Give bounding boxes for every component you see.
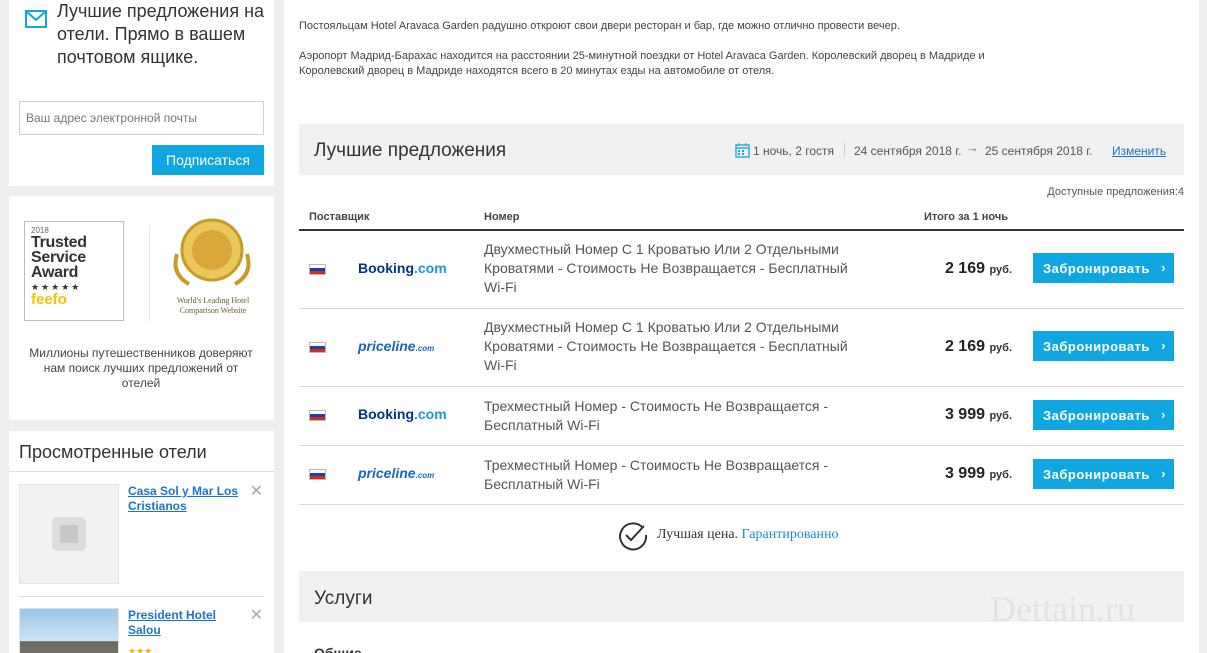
watermark: Dettain.ru [990,589,1135,629]
viewed-hotel-link[interactable]: President Hotel Salou [128,608,243,638]
priceline-logo: priceline.com [358,465,435,481]
divider [9,471,274,472]
chevron-right-icon: › [1161,407,1166,422]
description-paragraph: Аэропорт Мадрид-Барахас находится на рас… [299,50,985,77]
subscribe-button[interactable]: Подписаться [152,145,264,175]
price: 3 999 руб. [944,406,1012,423]
world-travel-awards-badge [167,214,257,299]
trust-text: Миллионы путешественников доверяют нам п… [29,346,253,390]
price: 2 169 руб. [944,338,1012,355]
chevron-right-icon: › [1161,466,1166,481]
description-paragraph: Постояльцам Hotel Aravaca Garden радушно… [299,20,900,32]
room-name: Двухместный Номер С 1 Кроватью Или 2 Отд… [484,319,848,373]
mail-icon [25,10,47,33]
change-dates-link[interactable]: Изменить [1112,144,1166,158]
offer-row: priceline.com Трехместный Номер - Стоимо… [299,446,1184,505]
divider [19,596,264,597]
world-travel-awards-caption: World's Leading Hotel Comparison Website [176,296,250,315]
column-header-total: Итого за 1 ночь [924,211,1008,223]
close-icon[interactable]: ✕ [250,608,263,624]
room-name: Двухместный Номер С 1 Кроватью Или 2 Отд… [484,241,848,295]
feefo-award-title: Trusted Service Award [31,234,87,281]
services-title: Услуги [314,588,373,609]
column-header-room: Номер [484,211,520,223]
viewed-hotel-link[interactable]: Casa Sol y Mar Los Cristianos [128,484,243,514]
offers-title: Лучшие предложения [314,140,507,161]
available-offers-count: Доступные предложения:4 [1047,186,1184,198]
subscribe-card: Лучшие предложения на отели. Прямо в ваш… [9,0,274,186]
feefo-logo: feefo [31,291,67,308]
awards-card: 2018 Trusted Service Award ★★★★★ feefo W… [9,196,274,420]
hotel-placeholder-image [19,484,119,584]
checkout-date: 25 сентября 2018 г. [985,144,1093,158]
flag-ru-icon [309,342,326,353]
priceline-logo: priceline.com [358,338,435,354]
viewed-hotel-item[interactable]: President Hotel Salou ★★★ ✕ [19,608,263,653]
services-general-label: Общие [314,645,362,653]
guests-nights: 1 ночь, 2 гостя [753,144,835,158]
column-header-provider: Поставщик [309,211,370,223]
flag-ru-icon [309,469,326,480]
subscribe-title: Лучшие предложения на отели. Прямо в ваш… [57,1,265,67]
booking-logo: Booking.com [358,406,447,422]
viewed-hotels-title: Просмотренные отели [19,442,207,462]
room-name: Трехместный Номер - Стоимость Не Возвращ… [484,398,829,433]
checkin-date: 24 сентября 2018 г. [854,144,962,158]
offers-header: Лучшие предложения 1 ночь, 2 гостя 24 се… [299,124,1184,175]
book-button[interactable]: Забронировать › [1033,459,1174,489]
book-button[interactable]: Забронировать › [1033,253,1174,283]
divider [149,226,150,321]
divider [844,143,845,157]
guarantee-link[interactable]: Гарантированно [742,527,839,542]
hotel-stars: ★★★ [128,646,153,653]
booking-logo: Booking.com [358,260,447,276]
price: 2 169 руб. [944,260,1012,277]
chevron-right-icon: › [1161,260,1166,275]
offer-row: priceline.com Двухместный Номер С 1 Кров… [299,309,1184,387]
room-name: Трехместный Номер - Стоимость Не Возвращ… [484,457,829,492]
offer-row: Booking.com Трехместный Номер - Стоимост… [299,387,1184,446]
flag-ru-icon [309,410,326,421]
viewed-hotel-item[interactable]: Casa Sol y Mar Los Cristianos ✕ [19,484,263,584]
best-price-guarantee: Лучшая цена. Гарантированно [657,527,839,542]
calendar-icon [735,143,750,163]
feefo-award-badge: 2018 Trusted Service Award ★★★★★ feefo [24,221,124,321]
offer-row: Booking.com Двухместный Номер С 1 Кроват… [299,231,1184,309]
arrow-right-icon: → [966,140,979,155]
main-content: Постояльцам Hotel Aravaca Garden радушно… [284,0,1199,653]
close-icon[interactable]: ✕ [250,484,263,500]
flag-ru-icon [309,264,326,275]
hotel-photo [19,608,119,653]
price: 3 999 руб. [944,465,1012,482]
checkmark-circle-icon [617,519,649,556]
book-button[interactable]: Забронировать › [1033,400,1174,430]
email-input[interactable] [19,101,264,135]
chevron-right-icon: › [1161,338,1166,353]
viewed-hotels-card: Просмотренные отели Casa Sol y Mar Los C… [9,431,274,653]
book-button[interactable]: Забронировать › [1033,331,1174,361]
